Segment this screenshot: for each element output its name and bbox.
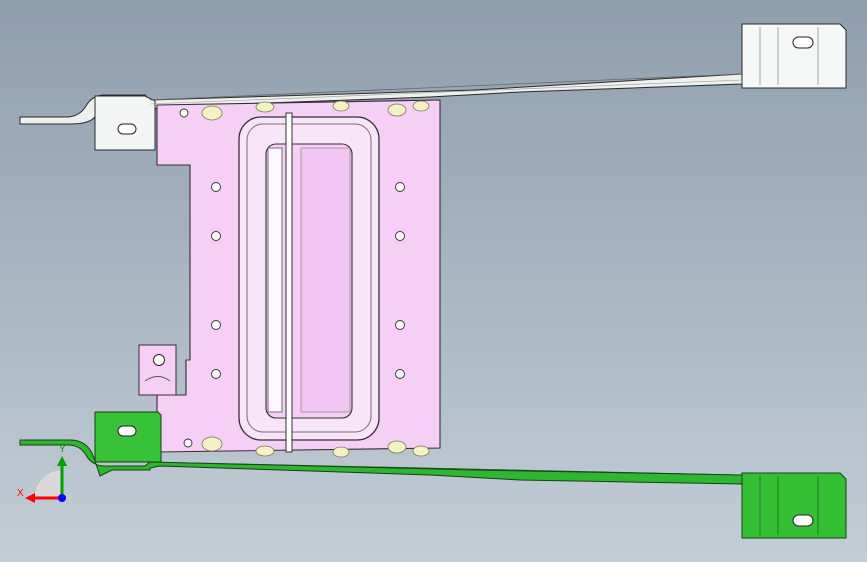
axis-x-label: X — [17, 488, 24, 499]
cad-model-view[interactable]: X Y — [0, 0, 867, 562]
center-plate[interactable] — [138, 99, 441, 458]
axis-triad[interactable]: X Y — [17, 444, 67, 503]
axis-y-label: Y — [59, 444, 66, 455]
cad-viewport[interactable]: X Y — [0, 0, 867, 562]
